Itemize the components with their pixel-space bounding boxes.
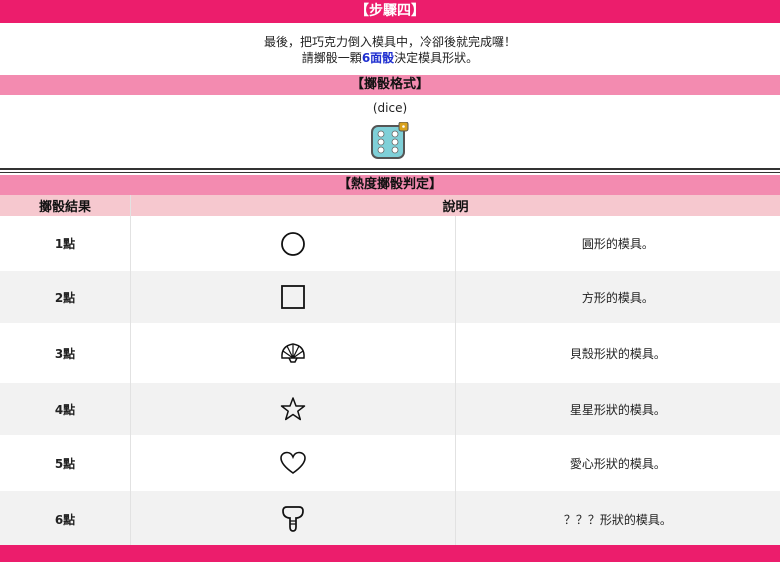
table-row: 2點 方形的模具。 [0, 271, 780, 323]
table-row: 3點 貝殼形狀的模具。 [0, 323, 780, 383]
result-cell: 4點 [0, 383, 131, 435]
dice-icon [371, 122, 411, 162]
table-header-row: 擲骰結果 說明 [0, 195, 780, 216]
footer-bar [0, 545, 780, 562]
step-title: 【步驟四】 [0, 0, 780, 23]
heart-icon [130, 435, 456, 491]
circle-icon [130, 216, 456, 271]
star-icon [130, 383, 456, 435]
table-row: 4點 星星形狀的模具。 [0, 383, 780, 435]
description-cell: ？？？形狀的模具。 [455, 491, 780, 547]
table-row: 1點 圓形的模具。 [0, 216, 780, 271]
description-cell: 星星形狀的模具。 [455, 383, 780, 435]
description-cell: 貝殼形狀的模具。 [455, 323, 780, 383]
description-cell: 圓形的模具。 [455, 216, 780, 271]
dice-format-box: (dice) [0, 95, 780, 168]
judge-title: 【熱度擲骰判定】 [0, 175, 780, 195]
result-cell: 1點 [0, 216, 131, 271]
result-cell: 5點 [0, 435, 131, 491]
shell-icon [130, 323, 456, 383]
square-icon [130, 271, 456, 323]
header-result: 擲骰結果 [0, 195, 131, 216]
page: 【步驟四】 最後，把巧克力倒入模具中，冷卻後就完成囉！ 請擲骰一顆6面骰決定模具… [0, 0, 780, 562]
mystery-shape-icon [130, 491, 456, 547]
intro-line-2: 請擲骰一顆6面骰決定模具形狀。 [0, 50, 780, 66]
intro-line-1: 最後，把巧克力倒入模具中，冷卻後就完成囉！ [263, 35, 516, 49]
table-row: 6點 ？？？形狀的模具。 [0, 491, 780, 547]
intro-text: 最後，把巧克力倒入模具中，冷卻後就完成囉！ 請擲骰一顆6面骰決定模具形狀。 [0, 23, 780, 75]
result-cell: 6點 [0, 491, 131, 547]
dice-code: (dice) [372, 101, 408, 115]
description-cell: 愛心形狀的模具。 [455, 435, 780, 491]
result-cell: 2點 [0, 271, 131, 323]
intro-line-2-pre: 請擲骰一顆 [301, 51, 362, 65]
result-table: 擲骰結果 說明 1點 圓形的模具。 2點 方形的模具。 3點 貝殼形狀的模具。 … [0, 195, 780, 547]
header-description: 說明 [130, 195, 780, 216]
divider [0, 172, 780, 173]
divider [0, 168, 780, 170]
result-cell: 3點 [0, 323, 131, 383]
intro-line-2-post: 決定模具形狀。 [394, 51, 479, 65]
description-cell: 方形的模具。 [455, 271, 780, 323]
table-row: 5點 愛心形狀的模具。 [0, 435, 780, 491]
dice-format-title: 【擲骰格式】 [0, 75, 780, 95]
intro-line-2-highlight: 6面骰 [361, 51, 395, 65]
